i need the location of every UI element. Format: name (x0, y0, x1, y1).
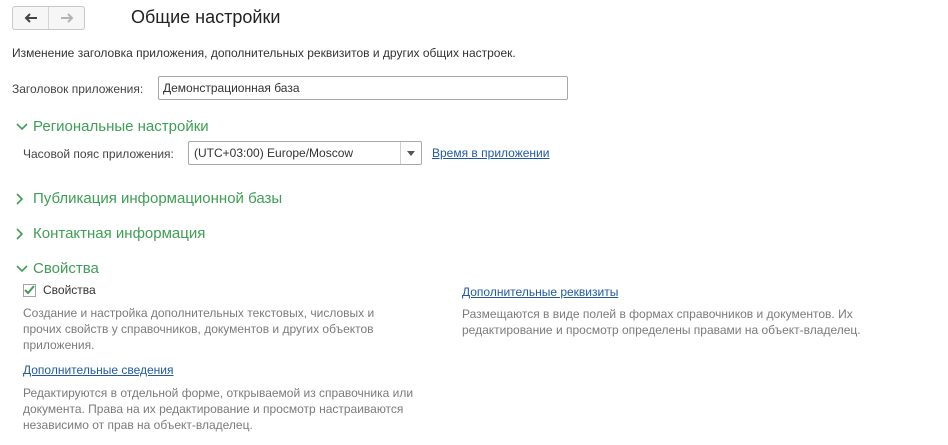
settings-form: Общие настройки Изменение заголовка прил… (0, 0, 948, 445)
section-contact[interactable]: Контактная информация (16, 225, 205, 242)
page-description: Изменение заголовка приложения, дополнит… (12, 46, 516, 60)
chevron-down-icon (16, 122, 30, 131)
timezone-select[interactable]: (UTC+03:00) Europe/Moscow (188, 141, 422, 165)
checkmark-icon (24, 285, 35, 295)
section-properties[interactable]: Свойства (16, 260, 99, 277)
properties-hint: Создание и настройка дополнительных текс… (23, 305, 374, 353)
chevron-right-icon (16, 192, 30, 205)
chevron-right-icon (16, 227, 30, 240)
navigation-buttons (12, 6, 85, 30)
section-regional-title: Региональные настройки (33, 118, 209, 135)
forward-button[interactable] (48, 7, 84, 29)
timezone-value: (UTC+03:00) Europe/Moscow (194, 146, 354, 160)
dropdown-arrow-icon (407, 150, 415, 156)
hint-line: документа. Права на их редактирование и … (23, 402, 404, 416)
hint-line: Редактируются в отдельной форме, открыва… (23, 386, 414, 400)
checkbox-label: Свойства (43, 283, 96, 297)
extra-details-link[interactable]: Дополнительные реквизиты (462, 285, 618, 299)
arrow-right-icon (60, 13, 73, 23)
hint-line: приложения. (23, 338, 95, 352)
extra-details-hint: Размещаются в виде полей в формах справо… (462, 306, 861, 338)
app-title-input[interactable] (158, 76, 568, 100)
section-publication-title: Публикация информационной базы (33, 190, 283, 207)
hint-line: прочих свойств у справочников, документо… (23, 322, 374, 336)
extra-info-link[interactable]: Дополнительные сведения (23, 363, 173, 377)
section-regional[interactable]: Региональные настройки (16, 118, 209, 135)
page-title: Общие настройки (131, 7, 281, 27)
checkbox-box[interactable] (23, 283, 36, 297)
section-publication[interactable]: Публикация информационной базы (16, 190, 282, 207)
hint-line: Создание и настройка дополнительных текс… (23, 306, 375, 320)
hint-line: Размещаются в виде полей в формах справо… (462, 307, 853, 321)
arrow-left-icon (24, 13, 37, 23)
timezone-label: Часовой пояс приложения: (23, 147, 174, 161)
time-in-app-link[interactable]: Время в приложении (432, 146, 549, 160)
properties-checkbox[interactable]: Свойства (23, 283, 96, 297)
chevron-down-icon (16, 264, 30, 273)
hint-line: редактирование и просмотр определены пра… (462, 323, 861, 337)
extra-info-hint: Редактируются в отдельной форме, открыва… (23, 385, 413, 433)
back-button[interactable] (13, 7, 48, 29)
section-contact-title: Контактная информация (33, 225, 206, 242)
dropdown-button[interactable] (400, 142, 421, 164)
section-properties-title: Свойства (33, 260, 99, 277)
hint-line: независимо от прав на объект-владелец. (23, 418, 253, 432)
app-title-label: Заголовок приложения: (12, 82, 144, 96)
